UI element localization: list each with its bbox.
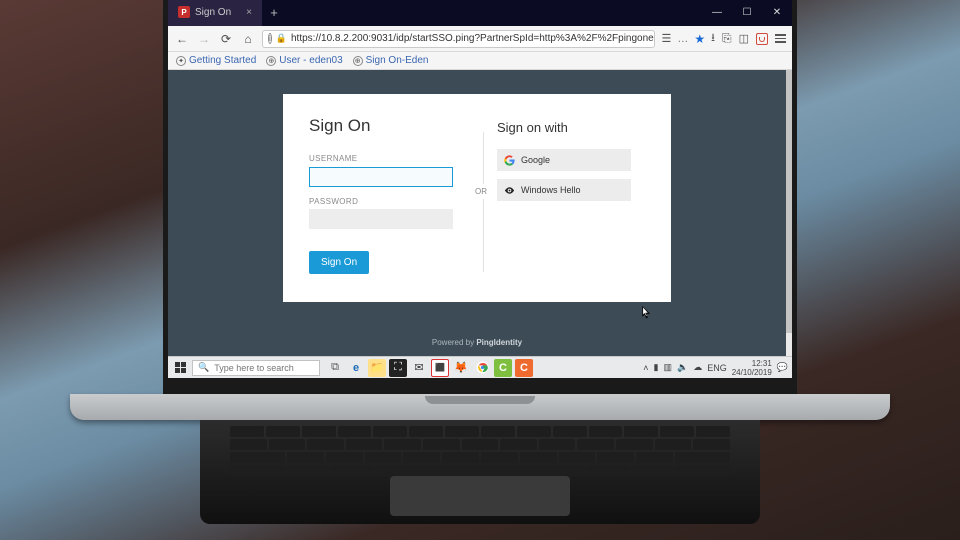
window-maximize-icon[interactable]: ☐ xyxy=(732,0,762,26)
password-input[interactable] xyxy=(309,209,453,229)
bookmark-label: Getting Started xyxy=(189,55,256,66)
page-title: Sign On xyxy=(309,116,477,136)
bookmark-icon: ✦ xyxy=(176,56,186,66)
bookmark-label: User - eden03 xyxy=(279,55,342,66)
eye-icon xyxy=(504,185,515,196)
browser-tab[interactable]: P Sign On × xyxy=(168,0,263,26)
idp-google-button[interactable]: Google xyxy=(497,149,631,171)
scrollbar-thumb[interactable] xyxy=(786,70,792,333)
search-placeholder: Type here to search xyxy=(214,363,294,373)
idp-label: Google xyxy=(521,155,550,165)
signon-card: OR Sign On USERNAME PASSWORD Sign On Sig… xyxy=(283,94,671,302)
idp-windows-hello-button[interactable]: Windows Hello xyxy=(497,179,631,201)
username-label: USERNAME xyxy=(309,154,477,163)
taskbar-app-mail[interactable]: ✉ xyxy=(410,359,428,377)
or-label: OR xyxy=(475,184,487,199)
taskbar-app-store[interactable]: ⛶ xyxy=(389,359,407,377)
bookmarks-toolbar: ✦ Getting Started ⊕ User - eden03 ⊕ Sign… xyxy=(168,52,792,70)
page-viewport: OR Sign On USERNAME PASSWORD Sign On Sig… xyxy=(168,70,786,356)
taskbar-app-edge[interactable]: e xyxy=(347,359,365,377)
site-info-icon[interactable]: i xyxy=(268,33,272,44)
signon-button[interactable]: Sign On xyxy=(309,251,369,274)
taskbar-app-chrome[interactable] xyxy=(473,359,491,377)
idp-label: Windows Hello xyxy=(521,185,581,195)
mouse-cursor-icon xyxy=(642,306,652,320)
start-button[interactable] xyxy=(168,357,192,378)
divider xyxy=(483,132,484,272)
google-icon xyxy=(504,155,515,166)
nav-forward-icon[interactable]: → xyxy=(196,31,212,47)
reader-view-icon[interactable]: ☰ xyxy=(661,32,671,45)
taskbar-app-firefox[interactable]: 🦊 xyxy=(452,359,470,377)
url-input[interactable]: i 🔒 https://10.8.2.200:9031/idp/startSSO… xyxy=(262,30,655,48)
download-icon[interactable]: ⭳ xyxy=(711,29,715,48)
tracking-shield-icon[interactable]: … xyxy=(677,33,688,45)
bookmark-getting-started[interactable]: ✦ Getting Started xyxy=(176,55,256,66)
taskbar-app-explorer[interactable]: 📁 xyxy=(368,359,386,377)
bookmark-icon: ⊕ xyxy=(266,56,276,66)
windows-logo-icon xyxy=(175,362,186,373)
bookmark-star-icon[interactable]: ★ xyxy=(694,32,705,46)
signon-with-heading: Sign on with xyxy=(497,120,645,135)
tab-title: Sign On xyxy=(195,7,231,18)
search-icon: 🔍 xyxy=(198,362,209,373)
tray-language[interactable]: ENG xyxy=(707,363,727,373)
tray-network-icon[interactable]: ▥ xyxy=(663,362,672,373)
url-text: https://10.8.2.200:9031/idp/startSSO.pin… xyxy=(291,33,655,44)
scrollbar[interactable] xyxy=(786,70,792,356)
tab-close-icon[interactable]: × xyxy=(246,7,252,18)
taskbar-app-green[interactable]: C xyxy=(494,359,512,377)
tab-favicon: P xyxy=(178,6,190,18)
tray-onedrive-icon[interactable]: ☁ xyxy=(693,362,702,373)
taskbar-app-orange[interactable]: C xyxy=(515,359,533,377)
sidebar-toggle-icon[interactable]: ◫ xyxy=(739,32,749,45)
bookmark-label: Sign On-Eden xyxy=(366,55,429,66)
system-tray: ˄ ▮ ▥ 🔈 ☁ ENG 12:31 24/10/2019 💬 xyxy=(639,359,792,377)
taskbar-app-pinned[interactable]: ⬛ xyxy=(431,359,449,377)
nav-reload-icon[interactable]: ⟳ xyxy=(218,31,234,47)
powered-by: Powered by PingIdentity xyxy=(168,338,786,347)
pocket-icon[interactable] xyxy=(756,33,768,45)
task-view-icon[interactable]: ⧉ xyxy=(326,359,344,377)
taskbar: 🔍 Type here to search ⧉ e 📁 ⛶ ✉ ⬛ 🦊 C C xyxy=(168,356,792,378)
tray-icon[interactable]: ▮ xyxy=(654,362,659,373)
password-label: PASSWORD xyxy=(309,197,477,206)
tray-clock[interactable]: 12:31 24/10/2019 xyxy=(732,359,772,377)
nav-home-icon[interactable]: ⌂ xyxy=(240,31,256,47)
address-bar: ← → ⟳ ⌂ i 🔒 https://10.8.2.200:9031/idp/… xyxy=(168,26,792,52)
bookmark-user[interactable]: ⊕ User - eden03 xyxy=(266,55,342,66)
library-icon[interactable]: ⎘ xyxy=(722,31,732,46)
menu-hamburger-icon[interactable] xyxy=(775,34,786,43)
username-input[interactable] xyxy=(309,167,453,187)
window-close-icon[interactable]: ✕ xyxy=(762,0,792,26)
lock-icon: 🔒 xyxy=(276,33,287,44)
taskbar-search-input[interactable]: 🔍 Type here to search xyxy=(192,360,320,376)
tray-notifications-icon[interactable]: 💬 xyxy=(777,362,788,373)
bookmark-icon: ⊕ xyxy=(353,56,363,66)
new-tab-button[interactable]: + xyxy=(263,0,285,26)
nav-back-icon[interactable]: ← xyxy=(174,31,190,47)
bookmark-signon[interactable]: ⊕ Sign On-Eden xyxy=(353,55,429,66)
tray-chevron-icon[interactable]: ˄ xyxy=(643,363,648,373)
window-minimize-icon[interactable]: — xyxy=(702,0,732,26)
window-titlebar: P Sign On × + — ☐ ✕ xyxy=(168,0,792,26)
tray-volume-icon[interactable]: 🔈 xyxy=(677,362,688,373)
